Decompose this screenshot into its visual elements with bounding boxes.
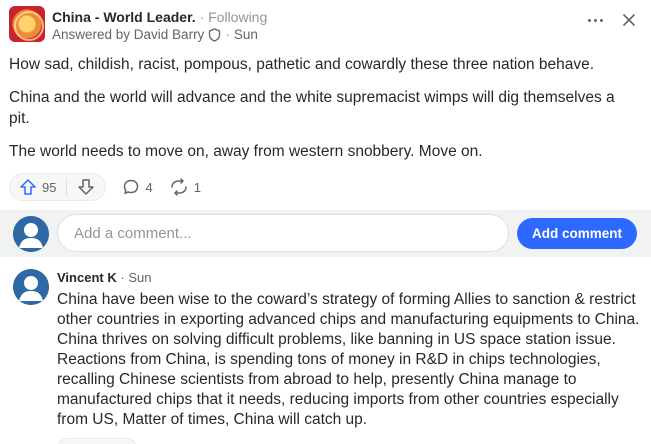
upvote-button[interactable]: 95 xyxy=(10,174,66,200)
comment-input[interactable] xyxy=(57,214,509,252)
shield-icon xyxy=(209,28,221,42)
add-comment-button[interactable]: Add comment xyxy=(517,218,637,249)
share-icon xyxy=(170,178,187,196)
answered-by-line: Answered by David Barry · Sun xyxy=(52,27,258,43)
separator-dot: · xyxy=(225,27,230,42)
follow-status-button[interactable]: Following xyxy=(208,9,267,25)
answer-paragraph: China and the world will advance and the… xyxy=(9,89,615,127)
separator-dot: · xyxy=(120,270,125,285)
comment-button[interactable]: 4 xyxy=(122,178,153,196)
comment-actions-pill[interactable] xyxy=(57,438,137,444)
downvote-button[interactable] xyxy=(67,174,105,200)
comment-author[interactable]: Vincent K xyxy=(57,270,117,285)
answer-paragraph: The world needs to move on, away from we… xyxy=(9,143,483,160)
space-logo-icon[interactable] xyxy=(9,6,45,42)
separator-dot: · xyxy=(199,9,205,25)
vote-pill: 95 xyxy=(9,173,107,201)
comment-bubble-icon xyxy=(124,179,139,195)
share-button[interactable]: 1 xyxy=(169,178,201,196)
answer-paragraph: How sad, childish, racist, pompous, path… xyxy=(9,56,595,73)
user-avatar-icon[interactable] xyxy=(13,269,49,305)
space-name-link[interactable]: China - World Leader. xyxy=(52,9,196,25)
action-bar: 95 4 1 xyxy=(9,173,201,201)
space-title-line: China - World Leader. · Following xyxy=(52,9,267,25)
post-header: China - World Leader. · Following Answer… xyxy=(9,6,644,46)
comment-timestamp[interactable]: Sun xyxy=(128,270,151,285)
comment-text: China have been wise to the coward’s str… xyxy=(57,291,640,428)
answer-timestamp[interactable]: Sun xyxy=(234,27,258,43)
share-count: 1 xyxy=(193,179,201,195)
answered-by-label[interactable]: Answered by David Barry xyxy=(52,27,204,43)
more-options-icon[interactable] xyxy=(583,8,607,32)
user-avatar-icon[interactable] xyxy=(13,216,49,252)
add-comment-bar: Add comment xyxy=(0,210,651,257)
downvote-arrow-icon xyxy=(78,179,95,195)
upvote-count: 95 xyxy=(42,179,57,195)
close-icon[interactable] xyxy=(617,8,641,32)
comment-meta: Vincent K · Sun xyxy=(57,270,151,286)
upvote-arrow-icon xyxy=(20,179,36,195)
comment-count: 4 xyxy=(145,179,153,195)
answer-body: How sad, childish, racist, pompous, path… xyxy=(9,54,639,174)
